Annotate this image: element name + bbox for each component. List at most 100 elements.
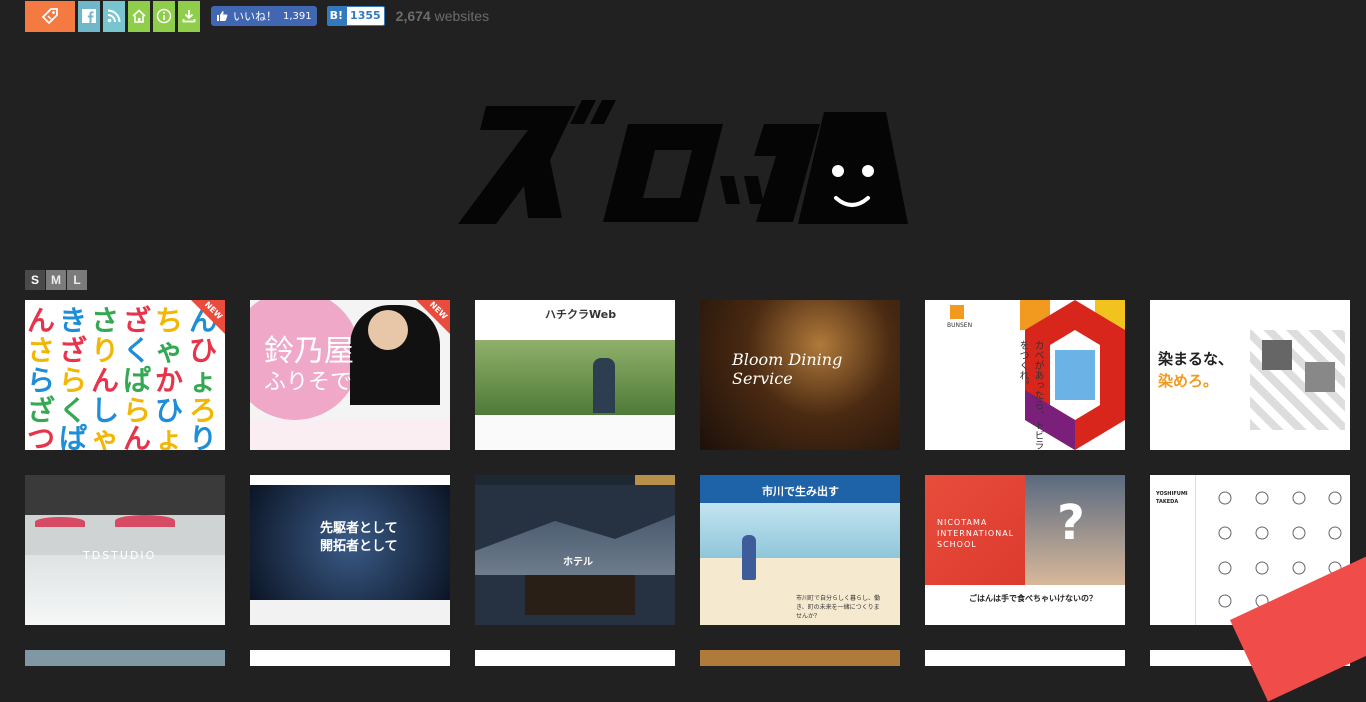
download-icon: [182, 10, 196, 23]
svg-text:く: く: [123, 334, 151, 367]
site-thumbnail-4[interactable]: Bloom Dining Service: [700, 300, 900, 450]
rss-button[interactable]: [103, 0, 125, 32]
top-bar: いいね！ 1,391 B! 1355 2,674 websites: [25, 0, 489, 32]
thumb-6-line2: 染めろ。: [1158, 372, 1219, 390]
question-mark-icon: ?: [1057, 495, 1085, 551]
thumb-11-title: NICOTAMA INTERNATIONAL SCHOOL: [937, 518, 1015, 549]
thumb-2-subtitle: ふりそで: [264, 370, 353, 395]
svg-text:ゃ: ゃ: [91, 422, 119, 450]
divider: [1195, 475, 1196, 625]
info-button[interactable]: [153, 0, 175, 32]
site-thumbnail-1[interactable]: んさらざつ きざらくぱ さりんしゃ ざくぱらん ちゃかひょ んひょろり NEW: [25, 300, 225, 450]
thumb-7-title: TDSTUDIO: [83, 549, 157, 562]
size-large-button[interactable]: L: [67, 270, 87, 290]
thumb-8-line1: 先駆者として: [320, 521, 398, 536]
download-button[interactable]: [178, 0, 200, 32]
like-count: 1,391: [283, 10, 312, 22]
site-thumbnail-3[interactable]: ハチクラWeb: [475, 300, 675, 450]
site-thumbnail-16[interactable]: [700, 650, 900, 666]
svg-text:ん: ん: [27, 304, 55, 337]
umbrella-1: [35, 517, 85, 527]
hatena-count: 1355: [346, 6, 385, 26]
svg-text:り: り: [91, 334, 119, 367]
page-footer-area: [475, 415, 675, 450]
site-thumbnail-8[interactable]: 先駆者として 開拓者として: [250, 475, 450, 625]
model-face: [368, 310, 408, 350]
site-count-suffix: websites: [434, 8, 490, 24]
mist-area: [25, 555, 225, 625]
svg-text:ざ: ざ: [123, 304, 151, 337]
svg-text:ら: ら: [27, 364, 55, 397]
page-footer-area: [250, 600, 450, 625]
thumb-9-brand: ホテル: [563, 557, 593, 568]
thumb-11-caption: ごはんは手で食べちゃいけないの？: [969, 594, 1097, 603]
tag-icon: [41, 8, 58, 25]
svg-text:ち: ち: [155, 304, 183, 337]
svg-text:き: き: [59, 304, 87, 337]
reserve-button: [635, 475, 675, 485]
rss-icon: [107, 9, 121, 23]
like-label: いいね！: [233, 10, 277, 23]
site-thumbnail-9[interactable]: ホテル: [475, 475, 675, 625]
info-icon: [156, 8, 172, 24]
svg-text:ぱ: ぱ: [123, 364, 151, 397]
facebook-button[interactable]: [78, 0, 100, 32]
site-logo[interactable]: [458, 100, 908, 225]
facebook-like-button[interactable]: いいね！ 1,391: [211, 6, 317, 26]
svg-text:ぱ: ぱ: [59, 422, 87, 450]
svg-text:ざ: ざ: [59, 334, 87, 367]
thumb-12-name2: TAKEDA: [1156, 499, 1179, 505]
thumb-5-text: カベがあったら、トビラをつくれ。: [1017, 340, 1043, 450]
svg-text:ん: ん: [123, 422, 151, 450]
site-thumbnail-5[interactable]: カベがあったら、トビラをつくれ。 BUNSEN: [925, 300, 1125, 450]
site-thumbnail-15[interactable]: [475, 650, 675, 666]
field-photo: [475, 340, 675, 415]
farmer-figure: [593, 358, 615, 413]
site-thumbnail-13[interactable]: [25, 650, 225, 666]
svg-text:り: り: [189, 422, 217, 450]
site-thumbnail-2[interactable]: 鈴乃屋 ふりそで NEW: [250, 300, 450, 450]
umbrella-2: [115, 515, 175, 527]
woman-figure: [742, 535, 756, 580]
thumb-5-brand: BUNSEN: [947, 322, 973, 329]
site-thumbnail-7[interactable]: TDSTUDIO: [25, 475, 225, 625]
svg-text:つ: つ: [27, 422, 55, 450]
svg-text:か: か: [155, 364, 183, 397]
thumb-8-line2: 開拓者として: [320, 539, 398, 554]
svg-text:さ: さ: [91, 304, 119, 337]
thumb-10-banner: 市川で生み出す: [762, 485, 839, 498]
caption-area: [925, 585, 1125, 625]
svg-text:さ: さ: [27, 334, 55, 367]
svg-text:ら: ら: [59, 364, 87, 397]
building-top: [25, 475, 225, 515]
hatena-bookmark-button[interactable]: B! 1355: [326, 6, 385, 26]
portrait-2: [1305, 362, 1335, 392]
portrait-1: [1262, 340, 1292, 370]
site-thumbnail-14[interactable]: [250, 650, 450, 666]
site-count-number: 2,674: [395, 8, 431, 24]
site-thumbnail-6[interactable]: 染まるな、 染めろ。: [1150, 300, 1350, 450]
home-icon: [132, 9, 146, 23]
site-thumbnail-17[interactable]: [925, 650, 1125, 666]
thumbs-up-icon: [217, 11, 228, 21]
site-count: 2,674 websites: [396, 8, 489, 24]
site-header: [250, 475, 450, 485]
svg-text:ひ: ひ: [189, 334, 217, 367]
site-thumbnail-11[interactable]: ? NICOTAMA INTERNATIONAL SCHOOL ごはんは手で食べ…: [925, 475, 1125, 625]
thumb-10-caption: 市川町で自分らしく暮らし、働き、町の未来を一緒につくりませんか？: [796, 595, 881, 620]
sea-sky: [700, 503, 900, 558]
thumb-4-title: Bloom Dining Service: [732, 350, 843, 388]
thumb-12-name1: YOSHIFUMI: [1156, 491, 1188, 497]
hatena-label: B!: [326, 6, 347, 26]
tag-button[interactable]: [25, 0, 75, 32]
svg-text:ょ: ょ: [155, 422, 183, 450]
site-thumbnail-10[interactable]: 市川で生み出す 市川町で自分らしく暮らし、働き、町の未来を一緒につくりませんか？: [700, 475, 900, 625]
thumb-6-line1: 染まるな、: [1158, 350, 1234, 368]
facebook-icon: [82, 9, 96, 23]
home-button[interactable]: [128, 0, 150, 32]
size-medium-button[interactable]: M: [46, 270, 66, 290]
size-small-button[interactable]: S: [25, 270, 45, 290]
kimono-strip: [250, 420, 450, 450]
svg-text:ん: ん: [91, 364, 119, 397]
thumbnail-size-selector: S M L: [25, 270, 88, 290]
